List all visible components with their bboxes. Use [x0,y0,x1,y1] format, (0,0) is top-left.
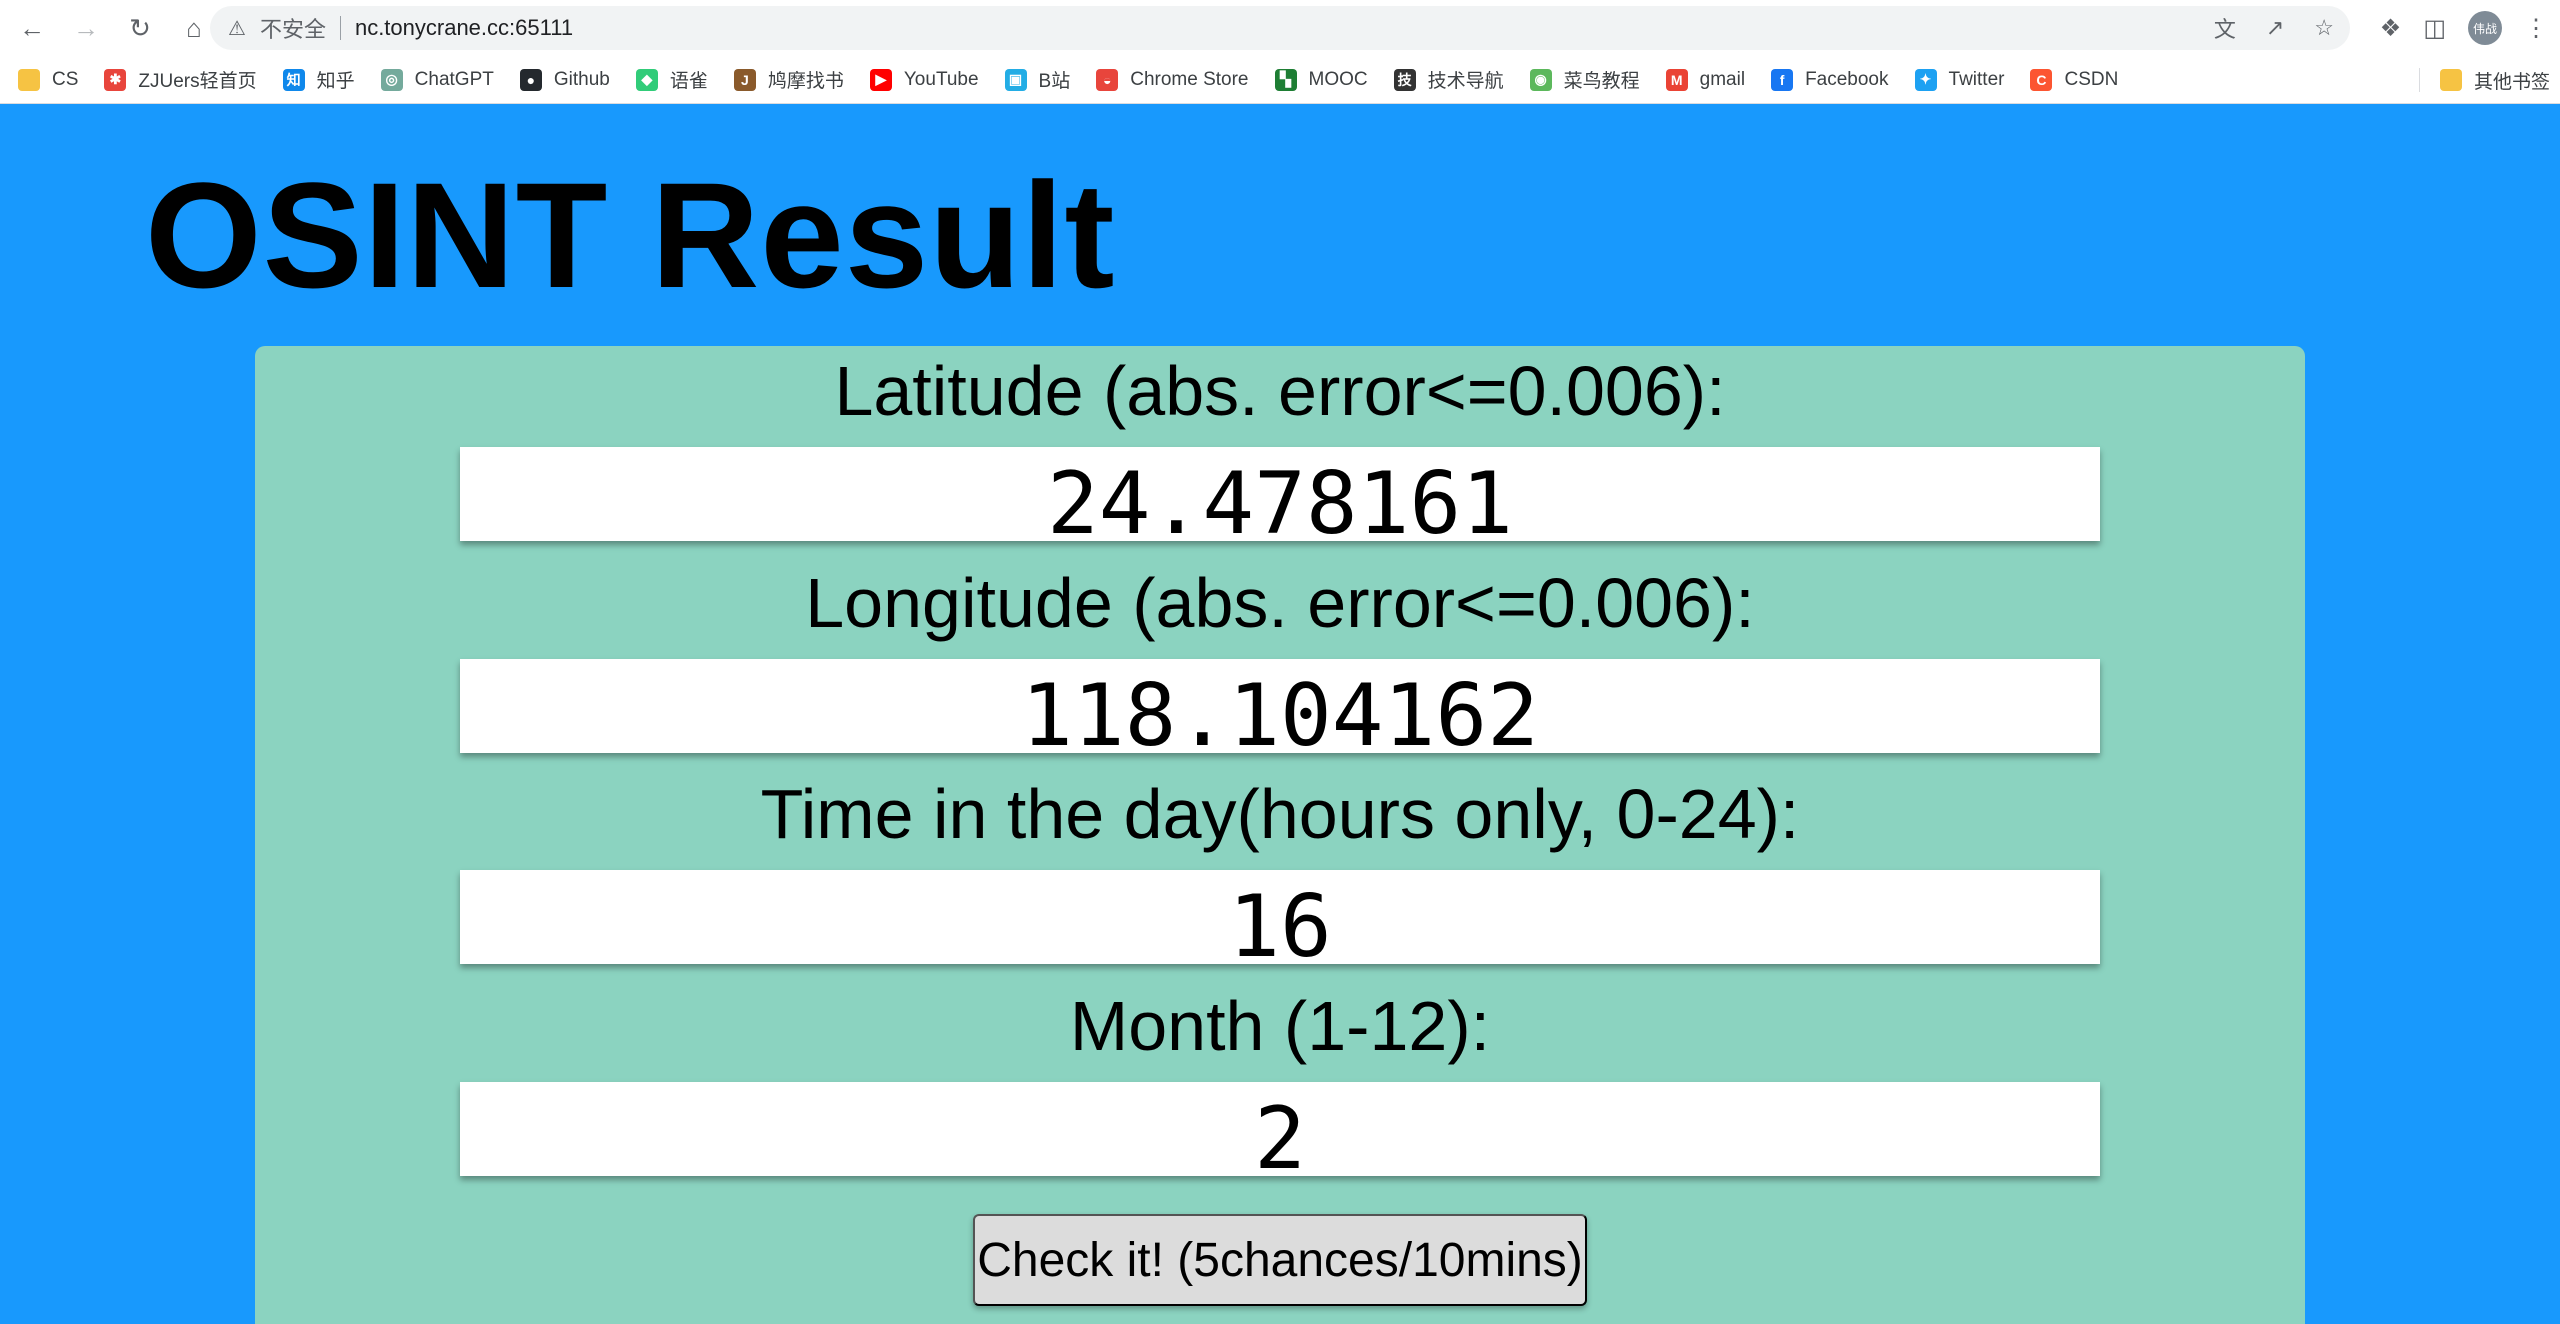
youtube-icon: ▶ [869,68,892,91]
gmail-icon: M [1665,68,1688,91]
bookmark-star-icon[interactable]: ☆ [2314,15,2334,41]
month-field[interactable]: 2 [460,1082,2100,1176]
omnibox-actions: 文 ↗ ☆ [2214,6,2334,50]
menu-kebab-icon[interactable]: ⋮ [2524,14,2548,43]
bookmark-label: MOOC [1308,68,1368,90]
bookmark-label: Github [553,68,610,90]
mooc-icon: ▚ [1274,68,1297,91]
page-title: OSINT Result [145,151,1116,319]
folder-icon [2439,69,2462,91]
translate-icon[interactable]: 文 [2214,12,2236,44]
bookmark-item[interactable]: f Facebook [1771,68,1889,91]
facebook-icon: f [1771,68,1794,91]
side-panel-icon[interactable]: ◫ [2423,14,2446,43]
time-field[interactable]: 16 [460,870,2100,964]
bookmark-label: gmail [1699,68,1746,90]
bookmark-item[interactable]: Mgmail [1665,68,1746,91]
folder-icon [18,68,40,91]
time-value: 16 [1228,877,1332,964]
bookmark-item[interactable]: ◆ 语雀 [635,66,708,93]
bookmarks-bar: CS ✱ ZJUers轻首页 知知乎 ◎ ChatGPT ● Github ◆ 语雀 J 鸠摩找书 ▶ Y… [0,56,2560,104]
share-icon[interactable]: ↗ [2266,15,2284,41]
bookmark-item[interactable]: ▣ B站 [1004,66,1071,93]
chrome-store-icon: ◒ [1096,68,1119,91]
bookmark-item[interactable]: ◒ Chrome Store [1096,68,1249,91]
avatar[interactable]: 伟战 [2468,11,2502,45]
latitude-value: 24.478161 [1047,454,1513,541]
latitude-field[interactable]: 24.478161 [460,447,2100,541]
bookmark-label: 知乎 [316,71,355,92]
zhihu-icon: 知 [282,68,305,91]
zju-icon: ✱ [104,68,127,91]
tech-nav-icon: 技 [1393,68,1416,91]
bookmark-label: Chrome Store [1130,68,1249,90]
result-card: Latitude (abs. error<=0.006): 24.478161 … [255,346,2305,1324]
bookmark-label: ChatGPT [414,68,494,90]
bookmark-item[interactable]: ▚ MOOC [1274,68,1368,91]
other-bookmarks-label: 其他书签 [2473,71,2550,93]
bookmark-label: 技术导航 [1427,71,1504,92]
bookmark-item[interactable]: J 鸠摩找书 [733,66,844,93]
twitter-icon: ✦ [1914,68,1937,91]
address-bar[interactable]: ⚠ 不安全 nc.tonycrane.cc:65111 文 ↗ ☆ [210,6,2350,50]
bookmark-label: Facebook [1805,68,1889,90]
bookmark-item[interactable]: ✦ Twitter [1914,68,2005,91]
bookmark-item[interactable]: ◉ 菜鸟教程 [1529,66,1640,93]
url-text[interactable]: nc.tonycrane.cc:65111 [355,15,573,41]
bookmark-item[interactable]: ✱ ZJUers轻首页 [104,66,257,93]
github-icon: ● [519,68,542,91]
bookmark-label: CSDN [2064,68,2119,90]
reload-icon[interactable]: ↻ [118,6,162,50]
other-bookmarks[interactable]: 其他书签 [2439,56,2550,104]
bookmark-label: Twitter [1948,68,2005,90]
runoob-icon: ◉ [1529,68,1552,91]
browser-toolbar: ← → ↻ ⌂ ⚠ 不安全 nc.tonycrane.cc:65111 文 ↗ … [0,0,2560,56]
back-icon[interactable]: ← [10,6,54,50]
bilibili-icon: ▣ [1004,68,1027,91]
security-label[interactable]: 不安全 [260,12,326,44]
time-label: Time in the day(hours only, 0-24): [760,775,1800,853]
longitude-label: Longitude (abs. error<=0.006): [805,564,1755,642]
bookmark-label: CS [52,68,79,90]
csdn-icon: C [2030,68,2053,91]
bookmark-item[interactable]: CS [18,68,79,91]
check-button[interactable]: Check it! (5chances/10mins) [973,1214,1587,1306]
bookmark-item[interactable]: ● Github [519,68,610,91]
bookmark-item[interactable]: ◎ ChatGPT [380,68,494,91]
chatgpt-icon: ◎ [380,68,403,91]
bookmark-label: B站 [1038,71,1071,92]
bookmark-label: YouTube [903,68,979,90]
bookmark-label: ZJUers轻首页 [138,71,257,92]
address-separator [339,16,341,40]
bookmark-item[interactable]: 技技术导航 [1393,66,1504,93]
jiumo-icon: J [733,68,756,91]
warning-icon[interactable]: ⚠ [228,16,246,41]
extensions-icon[interactable]: ❖ [2380,14,2402,43]
latitude-label: Latitude (abs. error<=0.006): [834,352,1726,430]
bookmarks-divider [2419,68,2420,92]
longitude-value: 118.104162 [1021,666,1539,753]
forward-icon[interactable]: → [64,6,108,50]
bookmark-label: 菜鸟教程 [1563,71,1640,92]
bookmark-label: 语雀 [669,71,708,92]
bookmark-label: 鸠摩找书 [767,71,844,92]
longitude-field[interactable]: 118.104162 [460,659,2100,753]
toolbar-right-actions: ❖ ◫ 伟战 ⋮ [2380,6,2548,50]
month-value: 2 [1254,1089,1306,1176]
bookmark-item[interactable]: 知知乎 [282,66,355,93]
yuque-icon: ◆ [635,68,658,91]
month-label: Month (1-12): [1069,987,1491,1065]
bookmark-item[interactable]: ▶ YouTube [869,68,979,91]
bookmark-item[interactable]: C CSDN [2030,68,2119,91]
